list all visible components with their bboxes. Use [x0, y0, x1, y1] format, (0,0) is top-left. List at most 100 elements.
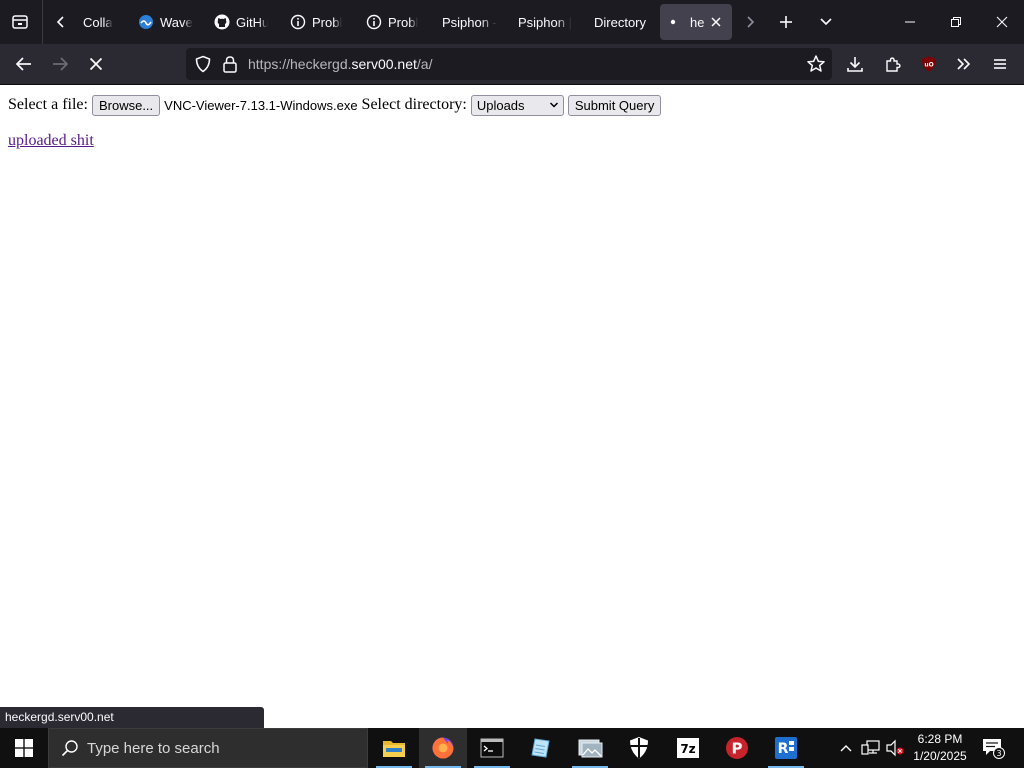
tracking-protection-shield-icon[interactable] [194, 55, 212, 77]
downloads-button[interactable] [841, 50, 869, 78]
notepad-icon[interactable] [517, 728, 565, 768]
tab-title: Probl [388, 14, 418, 30]
scroll-tabs-left-button[interactable] [50, 0, 72, 44]
svg-text:P: P [732, 740, 743, 758]
tab-3[interactable]: GitHu [214, 0, 268, 44]
new-tab-button[interactable] [774, 0, 798, 44]
uploaded-files-link[interactable]: uploaded shit [8, 132, 94, 150]
action-center-button[interactable]: 3 [978, 728, 1008, 768]
url-domain: serv00.net [351, 56, 417, 72]
download-icon [847, 57, 863, 72]
remote-desktop-icon[interactable]: R [762, 728, 810, 768]
tab-separator [42, 0, 43, 44]
double-chevron-right-icon [957, 58, 971, 70]
loading-dot-icon [668, 19, 678, 25]
search-placeholder: Type here to search [87, 739, 220, 757]
lock-icon[interactable] [222, 55, 238, 77]
navigation-toolbar: https://heckergd.serv00.net/a/ uO [0, 44, 1024, 85]
chevron-down-icon [820, 18, 832, 26]
taskbar-search-box[interactable]: Type here to search [48, 728, 368, 768]
directory-select[interactable]: Uploads [470, 94, 564, 116]
firefox-view-button[interactable] [8, 0, 32, 44]
svg-text:7z: 7z [680, 742, 695, 756]
tab-2[interactable]: Wave [138, 0, 194, 44]
close-tab-icon[interactable] [710, 16, 722, 28]
directory-label: Select directory: [361, 96, 467, 113]
scroll-tabs-right-button[interactable] [740, 0, 760, 44]
arrow-right-icon [53, 57, 69, 71]
stop-icon [89, 57, 103, 71]
close-icon [996, 16, 1008, 28]
windows-security-icon[interactable] [615, 728, 663, 768]
network-icon[interactable] [860, 728, 882, 768]
chevron-up-icon [840, 745, 852, 752]
notification-icon: 3 [983, 739, 1005, 759]
7zip-icon[interactable]: 7z [664, 728, 712, 768]
chevron-left-icon [56, 16, 64, 28]
bookmark-star-icon[interactable] [806, 54, 826, 78]
system-clock[interactable]: 6:28 PM 1/20/2025 [906, 728, 974, 768]
psiphon-icon[interactable]: P [713, 728, 761, 768]
tab-8[interactable]: Directory [594, 0, 650, 44]
svg-text:uO: uO [924, 62, 933, 69]
info-icon [366, 14, 382, 30]
address-bar[interactable]: https://heckergd.serv00.net/a/ [186, 48, 832, 80]
file-label: Select a file: [8, 96, 88, 113]
arrow-left-icon [15, 57, 31, 71]
start-button[interactable] [0, 728, 48, 768]
notification-count: 3 [996, 749, 1001, 758]
forward-button[interactable] [46, 50, 74, 78]
directory-selected-value: Uploads [476, 97, 525, 113]
minimize-icon [905, 21, 915, 23]
restore-button[interactable] [934, 0, 978, 44]
minimize-button[interactable] [888, 0, 932, 44]
tab-title: Psiphon | [518, 14, 572, 30]
tab-title: Probl [312, 14, 342, 30]
tab-4[interactable]: Probl [290, 0, 342, 44]
photos-icon[interactable] [566, 728, 614, 768]
tab-title: GitHu [236, 14, 268, 30]
list-all-tabs-button[interactable] [814, 0, 838, 44]
tab-5[interactable]: Probl [366, 0, 418, 44]
restore-icon [951, 17, 961, 27]
page-content: Select a file: Browse... VNC-Viewer-7.13… [0, 85, 1024, 728]
ublock-origin-button[interactable]: uO [915, 50, 943, 78]
chevron-down-icon [549, 102, 558, 108]
tab-1[interactable]: Colla [83, 0, 119, 44]
tab-active[interactable]: he [660, 4, 732, 40]
hamburger-menu-icon [994, 59, 1006, 69]
url-path: /a/ [416, 56, 433, 72]
chevron-right-icon [747, 16, 755, 28]
stop-loading-button[interactable] [82, 50, 110, 78]
browse-button[interactable]: Browse... [91, 94, 161, 116]
search-icon [61, 740, 78, 757]
extensions-button[interactable] [879, 50, 907, 78]
windows-taskbar: Type here to search 7z P R 6:28 PM 1/20/… [0, 728, 1024, 768]
volume-muted-icon[interactable] [884, 728, 906, 768]
tab-title: Psiphon - [442, 14, 497, 30]
tab-6[interactable]: Psiphon - [442, 0, 498, 44]
file-explorer-icon[interactable] [370, 728, 418, 768]
app-menu-button[interactable] [986, 50, 1014, 78]
link-status-bar: heckergd.serv00.net [0, 707, 264, 728]
back-button[interactable] [10, 50, 38, 78]
tab-title: Directory [594, 14, 647, 30]
url-prefix: https://heckergd. [248, 56, 352, 72]
terminal-icon[interactable] [468, 728, 516, 768]
svg-text:R: R [778, 741, 789, 757]
github-icon [214, 14, 230, 30]
more-tools-button[interactable] [950, 50, 978, 78]
tab-title: Wave [160, 14, 193, 30]
firefox-icon[interactable] [419, 728, 467, 768]
tab-7[interactable]: Psiphon | [518, 0, 574, 44]
show-hidden-icons-button[interactable] [836, 728, 856, 768]
url-text[interactable]: https://heckergd.serv00.net/a/ [248, 48, 432, 80]
windows-logo-icon [15, 739, 33, 757]
clock-time: 6:28 PM [917, 732, 963, 746]
close-window-button[interactable] [980, 0, 1024, 44]
upload-form: Select a file: Browse... VNC-Viewer-7.13… [8, 93, 665, 117]
clock-date: 1/20/2025 [913, 749, 967, 763]
tab-title: Colla [83, 14, 113, 30]
puzzle-piece-icon [886, 57, 901, 72]
submit-query-button[interactable]: Submit Query [567, 94, 662, 116]
